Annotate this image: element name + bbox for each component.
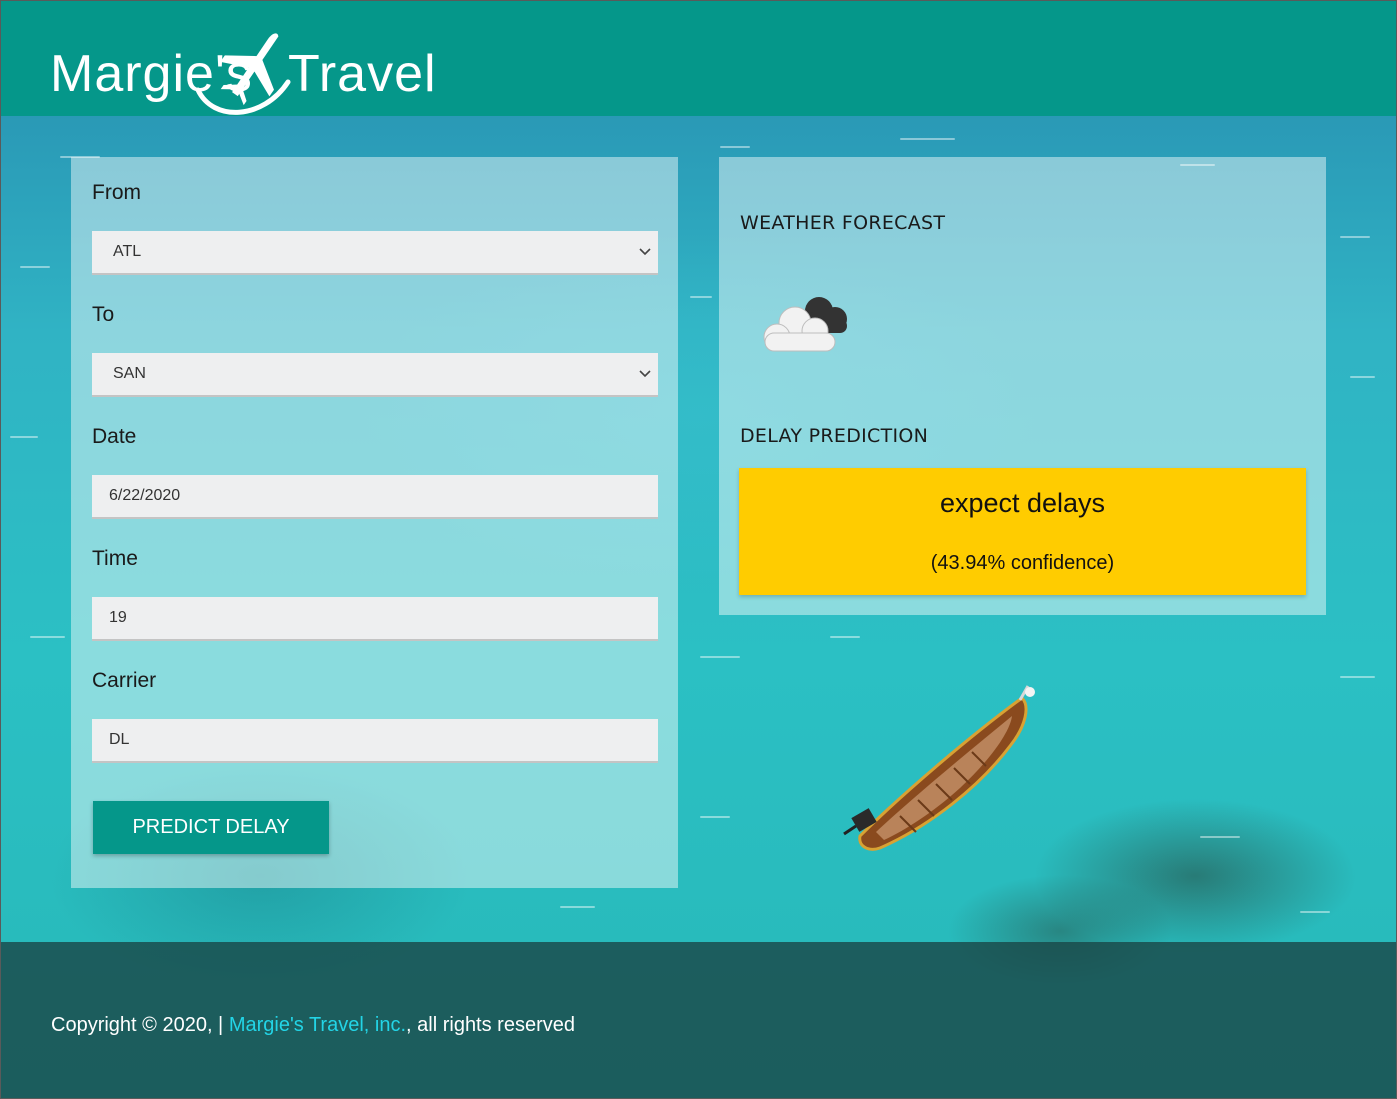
predict-delay-button[interactable]: PREDICT DELAY [93,801,329,854]
company-link[interactable]: Margie's Travel, inc. [229,1014,406,1036]
time-label: Time [92,547,138,570]
from-select[interactable]: ATL [92,231,658,275]
copyright-text: Copyright © 2020, | Margie's Travel, inc… [51,1014,575,1036]
chevron-down-icon [639,370,651,378]
site-header: Margie's Travel [0,0,1397,116]
from-value: ATL [113,243,142,260]
carrier-value: DL [109,731,130,748]
results-panel: WEATHER FORECAST DELAY PREDICTION expect… [719,157,1326,615]
date-label: Date [92,425,137,448]
date-value: 6/22/2020 [109,487,181,504]
delay-confidence-text: (43.94% confidence) [930,552,1115,574]
time-value: 19 [109,609,127,626]
carrier-input[interactable]: DL [92,719,658,763]
carrier-label: Carrier [92,669,157,692]
partly-cloudy-icon [763,297,847,352]
logo-text-left: Margie's [50,45,253,103]
chevron-down-icon [639,248,651,256]
logo-text-right: Travel [288,45,437,103]
site-footer: Copyright © 2020, | Margie's Travel, inc… [0,942,1397,1099]
delay-result-text: expect delays [939,488,1106,518]
to-label: To [92,303,115,326]
date-input[interactable]: 6/22/2020 [92,475,658,519]
delay-result-box: expect delays (43.94% confidence) [739,468,1306,595]
from-label: From [92,181,141,204]
logo[interactable]: Margie's Travel [48,18,436,126]
flight-form-panel: From ATL To SAN Date 6/22/2020 Time 19 C… [71,157,678,888]
time-input[interactable]: 19 [92,597,658,641]
weather-forecast-title: WEATHER FORECAST [740,212,946,234]
delay-prediction-title: DELAY PREDICTION [740,425,929,447]
to-value: SAN [113,365,146,382]
boat-image [843,685,1035,851]
to-select[interactable]: SAN [92,353,658,397]
